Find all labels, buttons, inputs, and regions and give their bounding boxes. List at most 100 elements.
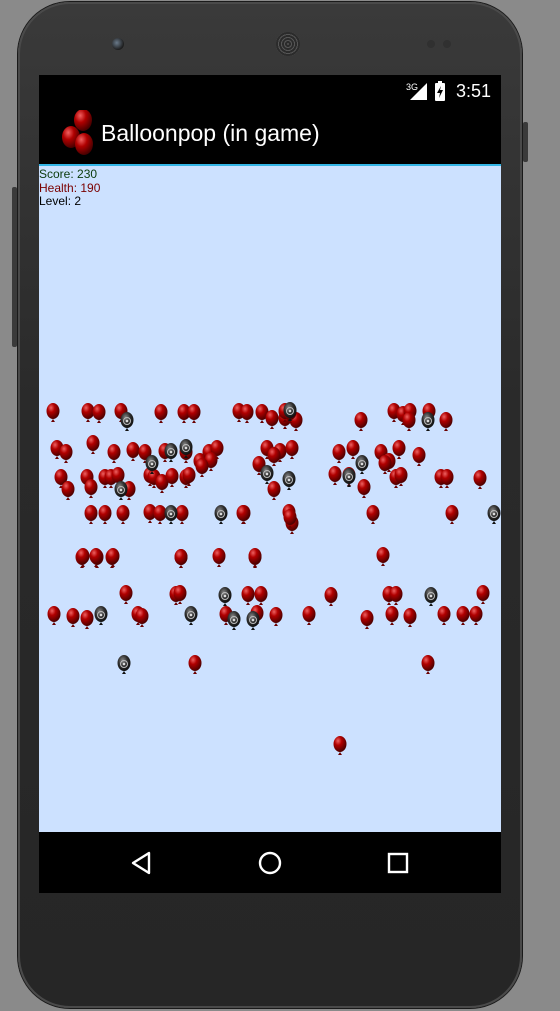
battery-icon — [434, 81, 445, 101]
red-balloon[interactable] — [241, 586, 255, 605]
red-balloon[interactable] — [80, 610, 94, 629]
game-area[interactable]: Score: 230 Health: 190 Level: 2 — [39, 166, 501, 832]
red-balloon[interactable] — [302, 606, 316, 625]
front-camera — [112, 38, 124, 50]
red-balloon[interactable] — [376, 547, 390, 566]
red-balloon[interactable] — [265, 410, 279, 429]
red-balloon[interactable] — [116, 505, 130, 524]
bomb-balloon[interactable] — [424, 587, 438, 606]
bomb-balloon[interactable] — [164, 505, 178, 524]
earpiece-speaker — [276, 32, 300, 56]
red-balloon[interactable] — [269, 607, 283, 626]
bomb-balloon[interactable] — [117, 655, 131, 674]
red-balloon[interactable] — [175, 505, 189, 524]
red-balloon[interactable] — [328, 466, 342, 485]
navigation-bar — [39, 832, 501, 893]
red-balloon[interactable] — [107, 444, 121, 463]
recents-icon[interactable] — [383, 848, 413, 878]
red-balloon[interactable] — [212, 548, 226, 567]
red-balloon[interactable] — [366, 505, 380, 524]
red-balloon[interactable] — [332, 444, 346, 463]
bomb-balloon[interactable] — [218, 587, 232, 606]
red-balloon[interactable] — [402, 412, 416, 431]
bomb-balloon[interactable] — [94, 606, 108, 625]
red-balloon[interactable] — [89, 548, 103, 567]
red-balloon[interactable] — [324, 587, 338, 606]
red-balloon[interactable] — [84, 505, 98, 524]
red-balloon[interactable] — [267, 447, 281, 466]
bomb-balloon[interactable] — [120, 412, 134, 431]
balloon-field[interactable] — [39, 166, 501, 832]
red-balloon[interactable] — [385, 606, 399, 625]
status-bar: 3G 3:51 — [39, 75, 501, 106]
bomb-balloon[interactable] — [227, 611, 241, 630]
red-balloon[interactable] — [333, 736, 347, 755]
red-balloon[interactable] — [403, 608, 417, 627]
bomb-balloon[interactable] — [282, 471, 296, 490]
red-balloon[interactable] — [469, 606, 483, 625]
red-balloon[interactable] — [154, 404, 168, 423]
clock: 3:51 — [455, 80, 491, 101]
red-balloon[interactable] — [360, 610, 374, 629]
light-sensor — [443, 40, 451, 48]
bomb-balloon[interactable] — [246, 611, 260, 630]
balloon-cluster-icon — [62, 110, 93, 155]
bomb-balloon[interactable] — [355, 455, 369, 474]
red-balloon[interactable] — [195, 458, 209, 477]
red-balloon[interactable] — [126, 442, 140, 461]
red-balloon[interactable] — [267, 481, 281, 500]
volume-button — [12, 187, 17, 347]
red-balloon[interactable] — [440, 469, 454, 488]
red-balloon[interactable] — [119, 585, 133, 604]
red-balloon[interactable] — [66, 608, 80, 627]
level-label: Level: 2 — [39, 194, 82, 208]
network-type-label: 3G — [406, 82, 418, 92]
bomb-balloon[interactable] — [164, 443, 178, 462]
red-balloon[interactable] — [47, 606, 61, 625]
red-balloon[interactable] — [106, 548, 120, 567]
red-balloon[interactable] — [174, 549, 188, 568]
bomb-balloon[interactable] — [487, 505, 501, 524]
red-balloon[interactable] — [412, 447, 426, 466]
red-balloon[interactable] — [98, 505, 112, 524]
red-balloon[interactable] — [61, 481, 75, 500]
home-icon[interactable] — [255, 848, 285, 878]
action-bar: Balloonpop (in game) — [39, 106, 501, 166]
red-balloon[interactable] — [445, 505, 459, 524]
red-balloon[interactable] — [248, 548, 262, 567]
red-balloon[interactable] — [153, 505, 167, 524]
red-balloon[interactable] — [285, 440, 299, 459]
hud: Score: 230 Health: 190 Level: 2 — [39, 167, 101, 209]
bomb-balloon[interactable] — [421, 412, 435, 431]
red-balloon[interactable] — [357, 479, 371, 498]
red-balloon[interactable] — [188, 655, 202, 674]
score-label: Score: 230 — [39, 167, 98, 181]
red-balloon[interactable] — [254, 586, 268, 605]
red-balloon[interactable] — [439, 412, 453, 431]
health-label: Health: 190 — [39, 180, 101, 195]
red-balloon[interactable] — [389, 586, 403, 605]
red-balloon[interactable] — [236, 505, 250, 524]
bomb-balloon[interactable] — [114, 481, 128, 500]
red-balloon[interactable] — [187, 404, 201, 423]
red-balloon[interactable] — [92, 404, 106, 423]
red-balloon[interactable] — [392, 440, 406, 459]
red-balloon[interactable] — [456, 606, 470, 625]
red-balloon[interactable] — [473, 470, 487, 489]
bomb-balloon[interactable] — [214, 505, 228, 524]
red-balloon[interactable] — [437, 606, 451, 625]
red-balloon[interactable] — [84, 479, 98, 498]
back-icon[interactable] — [127, 848, 157, 878]
red-balloon[interactable] — [59, 444, 73, 463]
bomb-balloon[interactable] — [260, 465, 274, 484]
red-balloon[interactable] — [240, 404, 254, 423]
bomb-balloon[interactable] — [342, 468, 356, 487]
red-balloon[interactable] — [346, 440, 360, 459]
red-balloon[interactable] — [421, 655, 435, 674]
red-balloon[interactable] — [76, 548, 90, 567]
red-balloon[interactable] — [354, 412, 368, 431]
red-balloon[interactable] — [46, 403, 60, 422]
bomb-balloon[interactable] — [184, 606, 198, 625]
red-balloon[interactable] — [86, 435, 100, 454]
red-balloon[interactable] — [476, 585, 490, 604]
